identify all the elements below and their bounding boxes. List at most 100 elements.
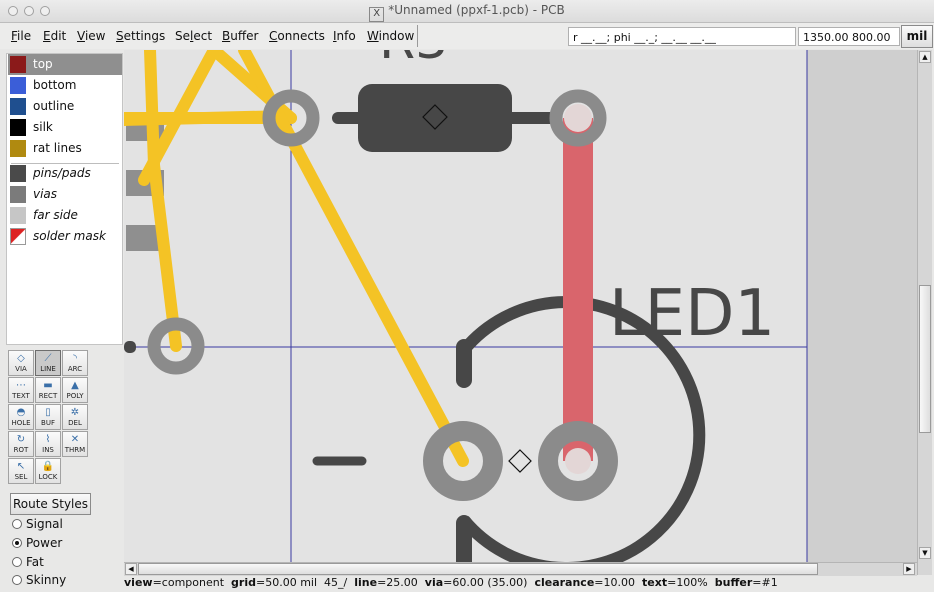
- status-grid: 50.00 mil: [265, 576, 318, 589]
- pad-fragment: [124, 341, 136, 353]
- layer-outline-swatch: [10, 98, 26, 115]
- route-style-power[interactable]: Power: [12, 536, 62, 550]
- tool-ins-label: INS: [42, 446, 54, 454]
- tool-line-label: LINE: [40, 365, 56, 373]
- tool-thrm-label: THRM: [64, 446, 86, 454]
- layer-far-side-label: far side: [33, 208, 78, 222]
- scroll-left-arrow-icon[interactable]: ◀: [125, 563, 137, 575]
- menu-connects[interactable]: Connects: [269, 29, 325, 43]
- menu-settings[interactable]: Settings: [116, 29, 165, 43]
- layer-rat-lines[interactable]: rat lines: [8, 138, 122, 159]
- layer-vias-label: vias: [33, 187, 58, 201]
- menu-edit[interactable]: Edit: [43, 29, 66, 43]
- menu-file[interactable]: File: [11, 29, 31, 43]
- trace: [144, 50, 160, 171]
- menu-buffer[interactable]: Buffer: [222, 29, 258, 43]
- tool-poly[interactable]: ▲ POLY: [62, 377, 88, 403]
- status-text: 100%: [676, 576, 708, 589]
- pcb-canvas[interactable]: R3 LED1: [124, 50, 917, 562]
- radio-skinny: [12, 575, 22, 585]
- tool-text-label: TEXT: [12, 392, 30, 400]
- layer-solder-mask-label: solder mask: [33, 229, 106, 243]
- tool-lock-label: LOCK: [38, 473, 58, 481]
- menu-view[interactable]: View: [77, 29, 105, 43]
- status-buffer-key: buffer: [714, 576, 753, 589]
- select-arrow-icon: ↖: [16, 461, 26, 472]
- units-toggle-button[interactable]: mil: [901, 25, 933, 48]
- layer-solder-mask[interactable]: solder mask: [8, 226, 122, 247]
- arc-icon: ◝: [73, 353, 77, 364]
- menu-window-mnemonic: W: [367, 29, 379, 43]
- menu-separator: [417, 25, 418, 47]
- status-view-key: view: [124, 576, 153, 589]
- layer-pins-pads[interactable]: pins/pads: [8, 163, 122, 184]
- status-clearance: 10.00: [603, 576, 636, 589]
- tool-rect[interactable]: ▬ RECT: [35, 377, 61, 403]
- vertical-scrollbar[interactable]: ▲ ▼: [917, 50, 932, 575]
- layer-top-label: top: [33, 57, 53, 71]
- menu-select[interactable]: Select: [175, 29, 212, 43]
- layer-silk-swatch: [10, 119, 26, 136]
- tool-buf[interactable]: ▯ BUF: [35, 404, 61, 430]
- route-style-fat[interactable]: Fat: [12, 555, 44, 569]
- tool-arc[interactable]: ◝ ARC: [62, 350, 88, 376]
- tool-lock[interactable]: 🔒 LOCK: [35, 458, 61, 484]
- layer-outline[interactable]: outline: [8, 96, 122, 117]
- menu-buffer-mnemonic: B: [222, 29, 231, 43]
- tool-ins[interactable]: ⌇ INS: [35, 431, 61, 457]
- tool-hole[interactable]: ◓ HOLE: [8, 404, 34, 430]
- menu-info[interactable]: Info: [333, 29, 356, 43]
- menu-select-prefix: Se: [175, 29, 190, 43]
- rect-icon: ▬: [43, 380, 53, 391]
- layer-bottom[interactable]: bottom: [8, 75, 122, 96]
- tool-del[interactable]: ✲ DEL: [62, 404, 88, 430]
- layer-rat-lines-swatch: [10, 140, 26, 157]
- menu-edit-label: dit: [50, 29, 67, 43]
- buffer-icon: ▯: [45, 407, 51, 418]
- thermal-icon: ✕: [70, 434, 80, 445]
- scroll-down-arrow-icon[interactable]: ▼: [919, 547, 931, 559]
- tool-sel[interactable]: ↖ SEL: [8, 458, 34, 484]
- horizontal-scrollbar[interactable]: ◀ ▶: [124, 562, 917, 576]
- layer-top[interactable]: top: [8, 54, 122, 75]
- coordinate-readout: 1350.00 800.00: [798, 27, 900, 46]
- radio-fat: [12, 557, 22, 567]
- delete-icon: ✲: [70, 407, 80, 418]
- layer-silk[interactable]: silk: [8, 117, 122, 138]
- horizontal-scroll-thumb[interactable]: [138, 563, 818, 575]
- menu-window[interactable]: Window: [367, 29, 414, 43]
- tool-text[interactable]: ⋯ TEXT: [8, 377, 34, 403]
- tool-line[interactable]: ⟋ LINE: [35, 350, 61, 376]
- layer-vias[interactable]: vias: [8, 184, 122, 205]
- tool-thrm[interactable]: ✕ THRM: [62, 431, 88, 457]
- layer-silk-label: silk: [33, 120, 53, 134]
- tool-buf-label: BUF: [41, 419, 55, 427]
- via-icon: ◇: [17, 353, 25, 364]
- tool-arc-label: ARC: [67, 365, 83, 373]
- layer-solder-mask-swatch: [10, 228, 26, 245]
- scroll-up-arrow-icon[interactable]: ▲: [919, 51, 931, 63]
- menu-file-label: ile: [17, 29, 32, 43]
- led-silk-label: LED1: [609, 277, 775, 351]
- scroll-right-arrow-icon[interactable]: ▶: [903, 563, 915, 575]
- tool-poly-label: POLY: [66, 392, 84, 400]
- tool-rot-label: ROT: [13, 446, 29, 454]
- route-style-signal[interactable]: Signal: [12, 517, 63, 531]
- layer-far-side[interactable]: far side: [8, 205, 122, 226]
- tool-rot[interactable]: ↻ ROT: [8, 431, 34, 457]
- layer-list: top bottom outline silk rat lines pins/p…: [6, 53, 123, 345]
- status-bar: view=component grid=50.00 mil 45_/ line=…: [124, 576, 778, 589]
- tool-via[interactable]: ◇ VIA: [8, 350, 34, 376]
- route-style-power-label: Power: [26, 536, 63, 550]
- status-via: 60.00 (35.00): [452, 576, 528, 589]
- route-styles-button[interactable]: Route Styles: [10, 493, 91, 515]
- route-style-skinny[interactable]: Skinny: [12, 573, 66, 587]
- layer-far-side-swatch: [10, 207, 26, 224]
- vertical-scroll-thumb[interactable]: [919, 285, 931, 433]
- tool-rect-label: RECT: [38, 392, 58, 400]
- menu-view-label: iew: [84, 29, 106, 43]
- status-line-key: line: [354, 576, 378, 589]
- status-angle: 45_/: [324, 576, 348, 589]
- status-via-key: via: [424, 576, 444, 589]
- layer-rat-lines-label: rat lines: [33, 141, 82, 155]
